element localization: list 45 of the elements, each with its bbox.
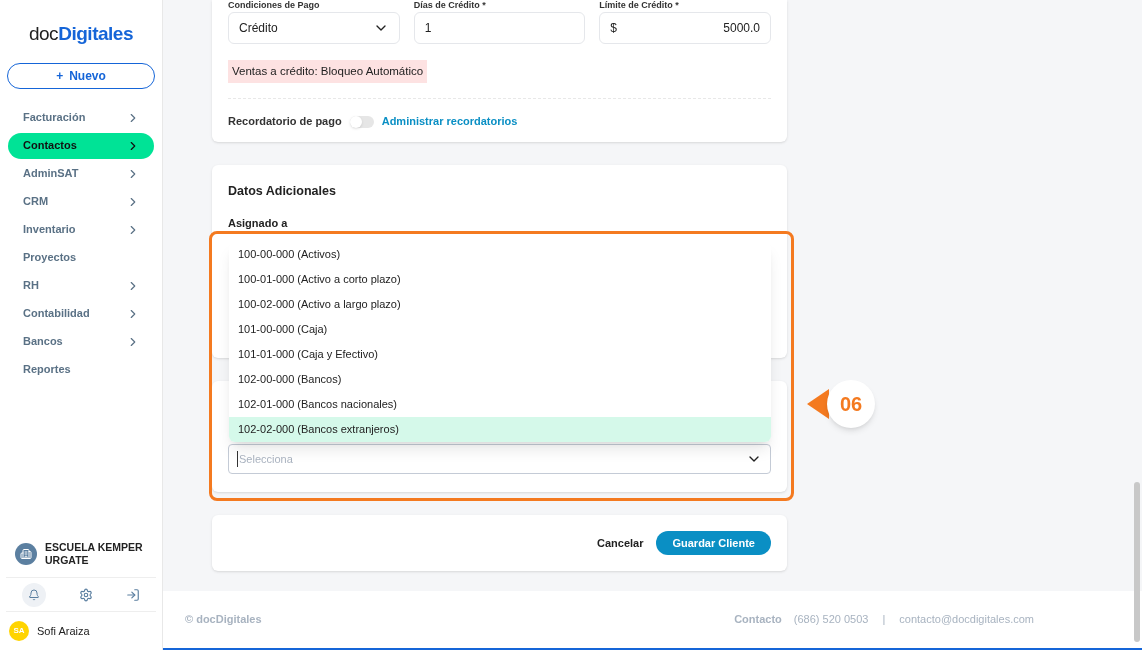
field-label: Condiciones de Pago <box>228 0 321 11</box>
credit-days-field[interactable]: 1 <box>413 12 586 44</box>
sidebar-item[interactable]: Proyectos <box>8 244 154 271</box>
sidebar-item[interactable]: Inventario <box>8 216 154 243</box>
dropdown-option[interactable]: 102-02-000 (Bancos extranjeros) <box>229 417 771 442</box>
dropdown-option[interactable]: 102-00-000 (Bancos) <box>229 367 771 392</box>
sidebar-item[interactable]: CRM <box>8 188 154 215</box>
save-client-button[interactable]: Guardar Cliente <box>656 530 771 555</box>
field-label: Asignado a <box>228 215 289 231</box>
payment-terms-select[interactable]: Crédito <box>228 12 400 44</box>
callout-arrow-icon <box>807 389 829 419</box>
sidebar-item[interactable]: AdminSAT <box>8 160 154 187</box>
dropdown-option[interactable]: 100-02-000 (Activo a largo plazo) <box>229 292 771 317</box>
dropdown-option[interactable]: 100-01-000 (Activo a corto plazo) <box>229 267 771 292</box>
step-badge: 06 <box>827 380 875 428</box>
dropdown-option[interactable]: 100-00-000 (Activos) <box>229 242 771 267</box>
settings-icon[interactable] <box>79 587 93 602</box>
sidebar-item[interactable]: Contabilidad <box>8 300 154 327</box>
credit-limit-field[interactable]: $ 5000.0 <box>599 12 771 44</box>
sidebar-item[interactable]: Bancos <box>8 328 154 355</box>
sidebar-item[interactable]: Reportes <box>8 356 154 383</box>
contact-label: Contacto <box>734 612 782 628</box>
credit-block-notice: Ventas a crédito: Bloqueo Automático <box>228 60 428 84</box>
logout-icon[interactable] <box>125 587 140 602</box>
copyright: © docDigitales <box>185 612 262 628</box>
logo: docDigitales <box>27 22 135 46</box>
bell-icon[interactable] <box>22 582 47 607</box>
dropdown-option[interactable]: 102-01-000 (Bancos nacionales) <box>229 392 771 417</box>
sidebar-item[interactable]: Facturación <box>8 104 154 131</box>
building-icon <box>15 542 37 565</box>
separator: | <box>882 612 886 628</box>
manage-reminders-link[interactable]: Administrar recordatorios <box>381 113 518 130</box>
dropdown-option[interactable]: 101-00-000 (Caja) <box>229 317 771 342</box>
reminder-label: Recordatorio de pago <box>228 114 342 130</box>
field-label: Límite de Crédito * <box>599 0 680 11</box>
field-label: Días de Crédito * <box>413 0 487 11</box>
phone-number: (686) 520 0503 <box>793 612 869 628</box>
section-title: Datos Adicionales <box>228 182 337 200</box>
reminder-toggle[interactable] <box>349 115 374 128</box>
cancel-button[interactable]: Cancelar <box>597 534 644 551</box>
user-name: Sofi Araiza <box>37 623 90 639</box>
sidebar-item[interactable]: RH <box>8 272 154 299</box>
sidebar-item[interactable]: Contactos <box>8 132 154 159</box>
dropdown-option[interactable]: 101-01-000 (Caja y Efectivo) <box>229 342 771 367</box>
company-name: ESCUELA KEMPER URGATE <box>45 540 144 567</box>
